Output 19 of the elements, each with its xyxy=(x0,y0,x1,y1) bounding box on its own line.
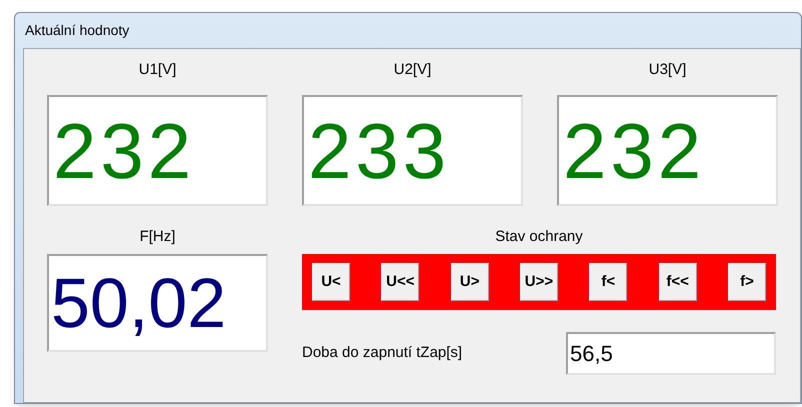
voltage-display: 233 xyxy=(302,95,523,206)
switch-on-time-label: Doba do zapnutí tZap[s] xyxy=(302,343,464,364)
voltage-label: U2[V] xyxy=(394,60,432,80)
protection-label: Stav ochrany xyxy=(495,227,583,247)
voltage-display: 232 xyxy=(47,95,268,206)
voltage-label: U3[V] xyxy=(648,60,686,80)
protection-indicator[interactable]: U>> xyxy=(520,263,558,301)
frequency-label: F[Hz] xyxy=(140,227,176,247)
protection-indicator[interactable]: f< xyxy=(589,263,628,301)
frequency-display: 50,02 xyxy=(47,254,268,352)
window-title: Aktuální hodnoty xyxy=(25,21,130,40)
voltage-label: U1[V] xyxy=(138,60,176,80)
switch-on-time-field[interactable]: 56,5 xyxy=(566,332,776,375)
protection-indicator[interactable]: f<< xyxy=(658,263,697,301)
protection-indicator[interactable]: f> xyxy=(728,263,766,301)
protection-indicator[interactable]: U< xyxy=(312,263,350,301)
protection-indicator[interactable]: U<< xyxy=(381,263,420,301)
voltage-display: 232 xyxy=(557,95,778,206)
protection-indicator[interactable]: U> xyxy=(450,263,489,301)
